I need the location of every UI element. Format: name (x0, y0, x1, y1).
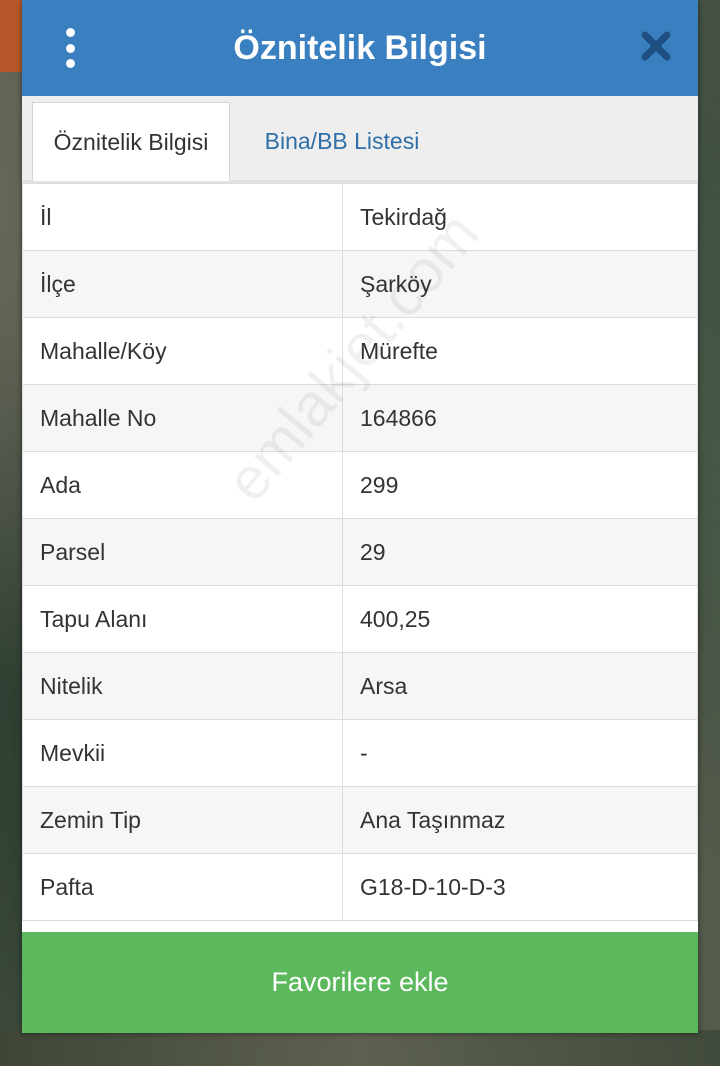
attribute-value: Şarköy (342, 250, 698, 318)
attribute-key: Ada (22, 451, 343, 519)
attribute-key: İlçe (22, 250, 343, 318)
table-row: Zemin Tip Ana Taşınmaz (22, 786, 698, 854)
attribute-value: 164866 (342, 384, 698, 452)
tab-attribute-info[interactable]: Öznitelik Bilgisi (32, 102, 230, 181)
attribute-value: Arsa (342, 652, 698, 720)
attribute-value: Tekirdağ (342, 183, 698, 251)
attribute-key: Tapu Alanı (22, 585, 343, 653)
close-icon[interactable] (640, 30, 672, 62)
attribute-value: - (342, 719, 698, 787)
table-row: Pafta G18-D-10-D-3 (22, 853, 698, 921)
attribute-key: Zemin Tip (22, 786, 343, 854)
attribute-key: Nitelik (22, 652, 343, 720)
attribute-value: 400,25 (342, 585, 698, 653)
tab-bar: Öznitelik Bilgisi Bina/BB Listesi (22, 96, 698, 183)
dialog-title: Öznitelik Bilgisi (233, 28, 487, 67)
table-row: İlçe Şarköy (22, 250, 698, 318)
attribute-value: 29 (342, 518, 698, 586)
dialog-header: Öznitelik Bilgisi (22, 0, 698, 96)
table-row: Tapu Alanı 400,25 (22, 585, 698, 653)
attribute-key: İl (22, 183, 343, 251)
table-row: Mahalle No 164866 (22, 384, 698, 452)
attribute-value: G18-D-10-D-3 (342, 853, 698, 921)
table-row: İl Tekirdağ (22, 183, 698, 251)
vertical-dots-icon[interactable] (60, 28, 80, 68)
table-row: Ada 299 (22, 451, 698, 519)
attribute-value: 299 (342, 451, 698, 519)
attribute-key: Pafta (22, 853, 343, 921)
table-row: Mahalle/Köy Mürefte (22, 317, 698, 385)
table-row: Parsel 29 (22, 518, 698, 586)
attribute-key: Mevkii (22, 719, 343, 787)
attribute-dialog: Öznitelik Bilgisi Öznitelik Bilgisi Bina… (22, 0, 698, 1033)
attribute-table: İl Tekirdağ İlçe Şarköy Mahalle/Köy Mürefte Ma… (22, 183, 698, 921)
attribute-value: Mürefte (342, 317, 698, 385)
map-road (0, 1030, 720, 1066)
table-row: Mevkii - (22, 719, 698, 787)
table-row: Nitelik Arsa (22, 652, 698, 720)
add-to-favorites-button[interactable]: Favorilere ekle (22, 932, 698, 1033)
attribute-key: Parsel (22, 518, 343, 586)
attribute-key: Mahalle/Köy (22, 317, 343, 385)
tab-building-list[interactable]: Bina/BB Listesi (242, 102, 442, 180)
attribute-value: Ana Taşınmaz (342, 786, 698, 854)
attribute-key: Mahalle No (22, 384, 343, 452)
